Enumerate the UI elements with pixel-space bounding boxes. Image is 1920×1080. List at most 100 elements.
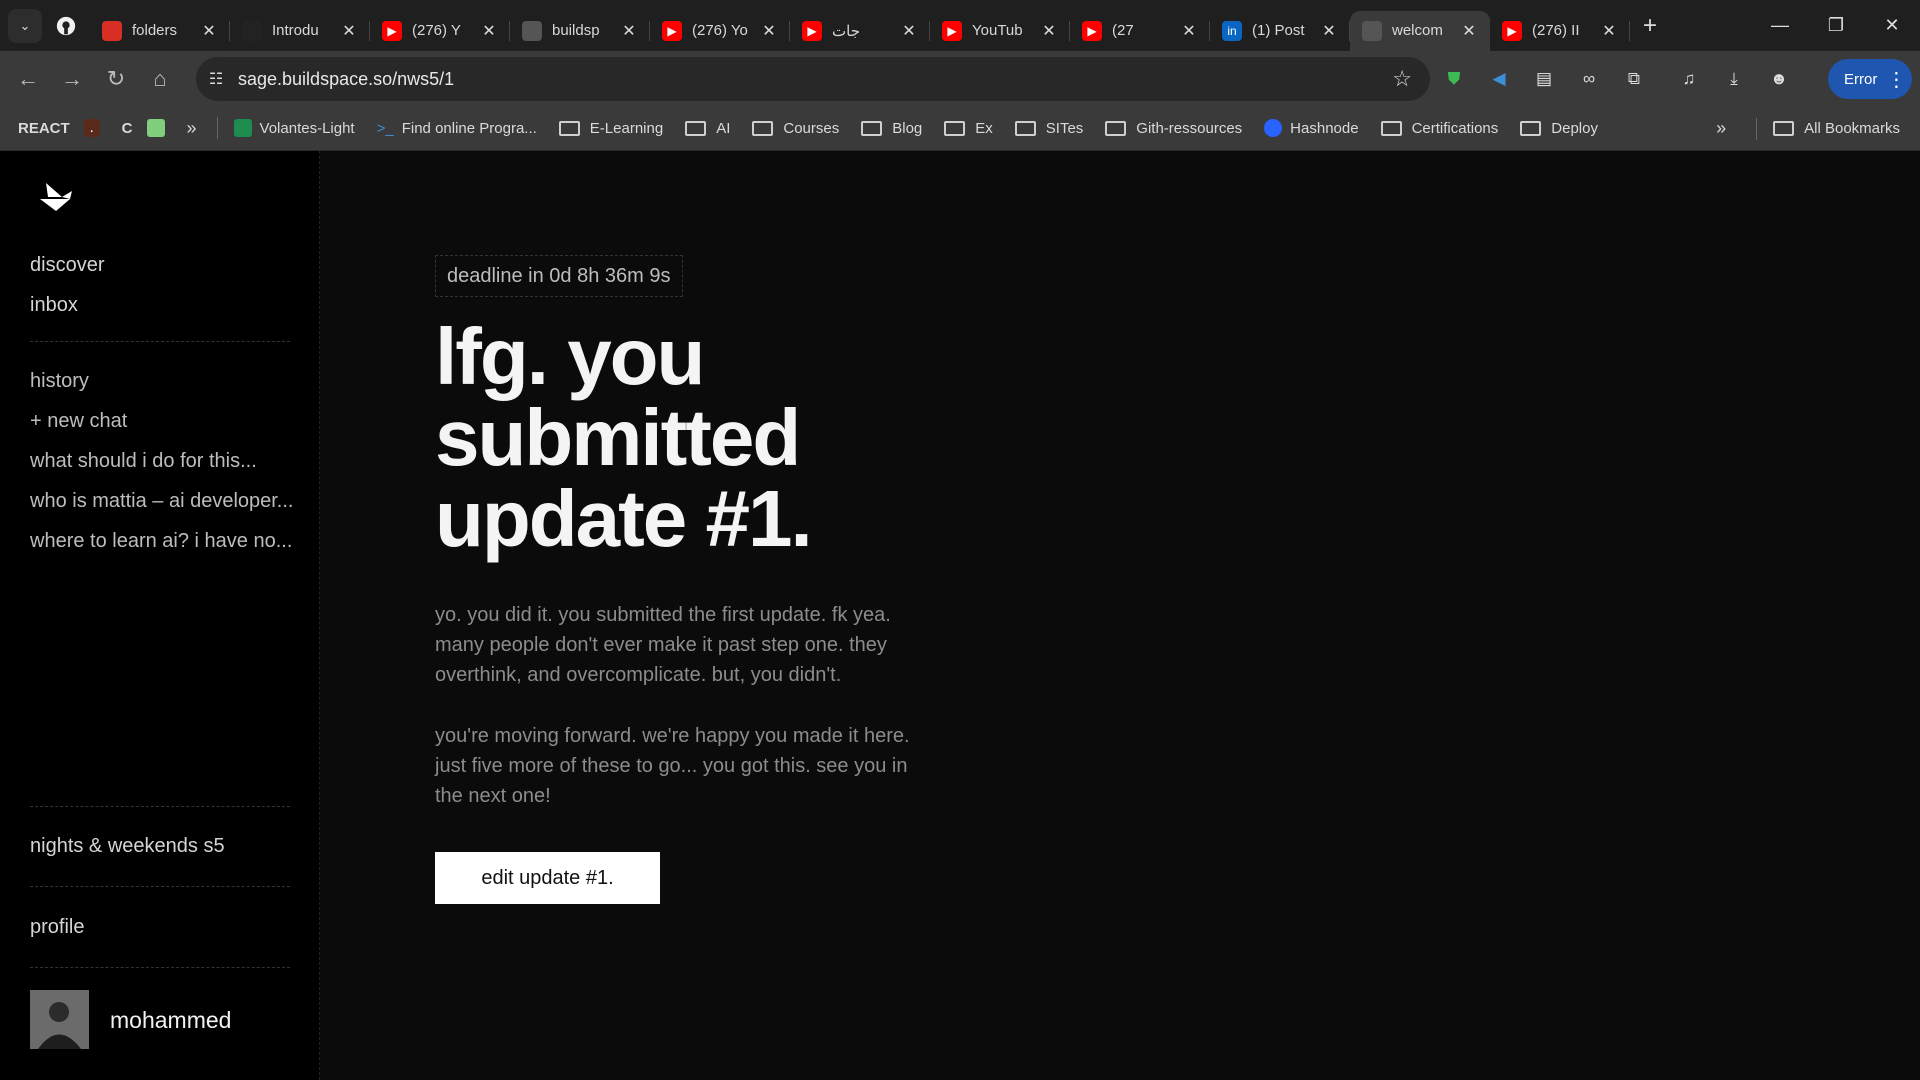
nav-program[interactable]: nights & weekends s5 <box>30 835 300 858</box>
pinned-tab-github[interactable] <box>42 0 90 51</box>
tab-title: welcom <box>1392 22 1443 39</box>
profile-error-button[interactable]: Error ⋮ <box>1828 59 1912 99</box>
bookmark-folder-blog[interactable]: Blog <box>861 120 922 137</box>
speaker-icon[interactable]: ◀ <box>1485 65 1513 93</box>
folder-icon <box>558 120 580 136</box>
browser-tab[interactable]: ▶ YouTub ✕ <box>930 11 1070 51</box>
dot-icon: . <box>83 119 100 137</box>
extension-icons: ⛊ ◀ ▤ ∞ ⧉ ♫ ⤓ ☻ <box>1440 51 1793 106</box>
sidebar-divider <box>30 806 290 807</box>
bookmark-find-online[interactable]: >_ Find online Progra... <box>377 120 537 137</box>
site-info-icon[interactable]: ☷ <box>196 57 236 101</box>
new-tab-button[interactable]: + <box>1630 12 1670 40</box>
tab-close-icon[interactable]: ✕ <box>1460 21 1478 41</box>
bookmarks-overflow-right[interactable]: » <box>1716 118 1726 139</box>
bookmark-label: REACT <box>18 119 70 137</box>
buildspace-icon <box>522 20 542 41</box>
url-text: sage.buildspace.so/nws5/1 <box>238 68 455 89</box>
home-button[interactable]: ⌂ <box>138 57 182 101</box>
sidebar-divider <box>30 341 290 342</box>
bookmark-c[interactable]: C <box>122 120 133 137</box>
bookmark-label: Find online Progra... <box>401 119 537 137</box>
chat-history-item[interactable]: what should i do for this... <box>30 450 300 473</box>
tab-search-button[interactable]: ⌄ <box>8 8 42 43</box>
browser-tab[interactable]: ▶ (276) II ✕ <box>1490 11 1630 51</box>
notes-icon[interactable]: ▤ <box>1530 65 1558 93</box>
all-bookmarks[interactable]: All Bookmarks <box>1773 120 1900 137</box>
puzzle-icon[interactable]: ⧉ <box>1620 65 1648 93</box>
bookmark-volantes-light[interactable]: Volantes-Light <box>233 119 355 137</box>
bookmark-star-icon[interactable]: ☆ <box>1392 66 1412 92</box>
user-avatar[interactable] <box>30 990 89 1049</box>
tab-close-icon[interactable]: ✕ <box>900 21 918 41</box>
tab-close-icon[interactable]: ✕ <box>480 21 498 41</box>
bookmark-folder-ex[interactable]: Ex <box>944 120 993 137</box>
minimize-button[interactable]: — <box>1752 0 1808 51</box>
browser-tab[interactable]: buildsp ✕ <box>510 11 650 51</box>
address-bar[interactable]: ☷ sage.buildspace.so/nws5/1 ☆ <box>196 57 1430 101</box>
shield-icon[interactable]: ⛊ <box>1440 65 1468 93</box>
bookmark-dot[interactable]: . <box>83 119 108 137</box>
tab-close-icon[interactable]: ✕ <box>1180 21 1198 41</box>
youtube-icon: ▶ <box>662 20 682 41</box>
nav-history[interactable]: history <box>30 370 300 393</box>
tab-close-icon[interactable]: ✕ <box>1040 21 1058 41</box>
browser-tab[interactable]: ▶ (276) Y ✕ <box>370 11 510 51</box>
bookmark-folder-ai[interactable]: AI <box>685 120 730 137</box>
tab-close-icon[interactable]: ✕ <box>340 21 358 41</box>
forward-button[interactable]: → <box>50 57 94 101</box>
new-chat-button[interactable]: + new chat <box>30 410 300 433</box>
back-button[interactable]: ← <box>6 57 50 101</box>
hashnode-icon <box>1264 119 1283 137</box>
bookmarks-bar: REACT . C » Volantes-Light >_ Find online… <box>0 106 1920 151</box>
sidebar-divider <box>30 967 290 968</box>
browser-tab[interactable]: ▶ (27 ✕ <box>1070 11 1210 51</box>
bookmark-folder-certifications[interactable]: Certifications <box>1380 119 1499 137</box>
terminal-prompt-icon: >_ <box>376 119 394 137</box>
browser-tab[interactable]: folders ✕ <box>90 11 230 51</box>
edit-update-button[interactable]: edit update #1. <box>435 852 660 904</box>
glasses-icon[interactable]: ∞ <box>1575 65 1603 93</box>
nav-inbox[interactable]: inbox <box>30 294 300 317</box>
nav-discover[interactable]: discover <box>30 254 300 277</box>
tab-close-icon[interactable]: ✕ <box>1320 21 1338 41</box>
bookmark-folder-gith-ressources[interactable]: Gith-ressources <box>1105 120 1242 137</box>
tab-close-icon[interactable]: ✕ <box>620 21 638 41</box>
tab-title: buildsp <box>552 22 600 39</box>
bookmark-folder-deploy[interactable]: Deploy <box>1520 120 1598 137</box>
browser-tab[interactable]: ▶ (276) Yo ✕ <box>650 11 790 51</box>
bookmark-folder-e-learning[interactable]: E-Learning <box>558 120 663 137</box>
chat-history-item[interactable]: where to learn ai? i have no... <box>30 530 300 553</box>
close-window-button[interactable]: ✕ <box>1864 0 1920 51</box>
folder-icon <box>1520 120 1542 136</box>
download-icon[interactable]: ⤓ <box>1720 65 1748 93</box>
chat-history-item[interactable]: who is mattia – ai developer... <box>30 490 300 513</box>
bookmark-folder-sites[interactable]: SITes <box>1014 120 1083 137</box>
all-bookmarks-label: All Bookmarks <box>1804 120 1900 137</box>
tab-close-icon[interactable]: ✕ <box>760 21 778 41</box>
nav-profile[interactable]: profile <box>30 916 300 939</box>
reload-button[interactable]: ↻ <box>94 57 138 101</box>
bookmark-label: Certifications <box>1411 119 1499 137</box>
browser-tab[interactable]: Introdu ✕ <box>230 11 370 51</box>
bolt-icon <box>233 119 252 137</box>
restore-button[interactable]: ❐ <box>1808 0 1864 51</box>
bookmark-green[interactable] <box>146 119 173 137</box>
bookmark-hashnode[interactable]: Hashnode <box>1264 119 1359 137</box>
tab-close-icon[interactable]: ✕ <box>200 21 218 41</box>
bookmark-react[interactable]: REACT <box>18 120 70 137</box>
profile-avatar-icon[interactable]: ☻ <box>1765 65 1793 93</box>
browser-tab[interactable]: in (1) Post ✕ <box>1210 11 1350 51</box>
bookmark-folder-courses[interactable]: Courses <box>752 120 839 137</box>
browser-tab[interactable]: ▶ جات ✕ <box>790 11 930 51</box>
tab-title: (27 <box>1112 22 1134 39</box>
youtube-icon: ▶ <box>1082 20 1102 41</box>
youtube-icon: ▶ <box>382 20 402 41</box>
tab-close-icon[interactable]: ✕ <box>1600 21 1618 41</box>
buildspace-logo-icon[interactable] <box>36 177 76 217</box>
arrow-right-icon: → <box>61 65 83 91</box>
bookmarks-overflow-left[interactable]: » <box>187 118 197 139</box>
media-control-icon[interactable]: ♫ <box>1675 65 1703 93</box>
browser-tab[interactable]: welcom ✕ <box>1350 10 1490 51</box>
bookmark-separator <box>216 117 218 139</box>
